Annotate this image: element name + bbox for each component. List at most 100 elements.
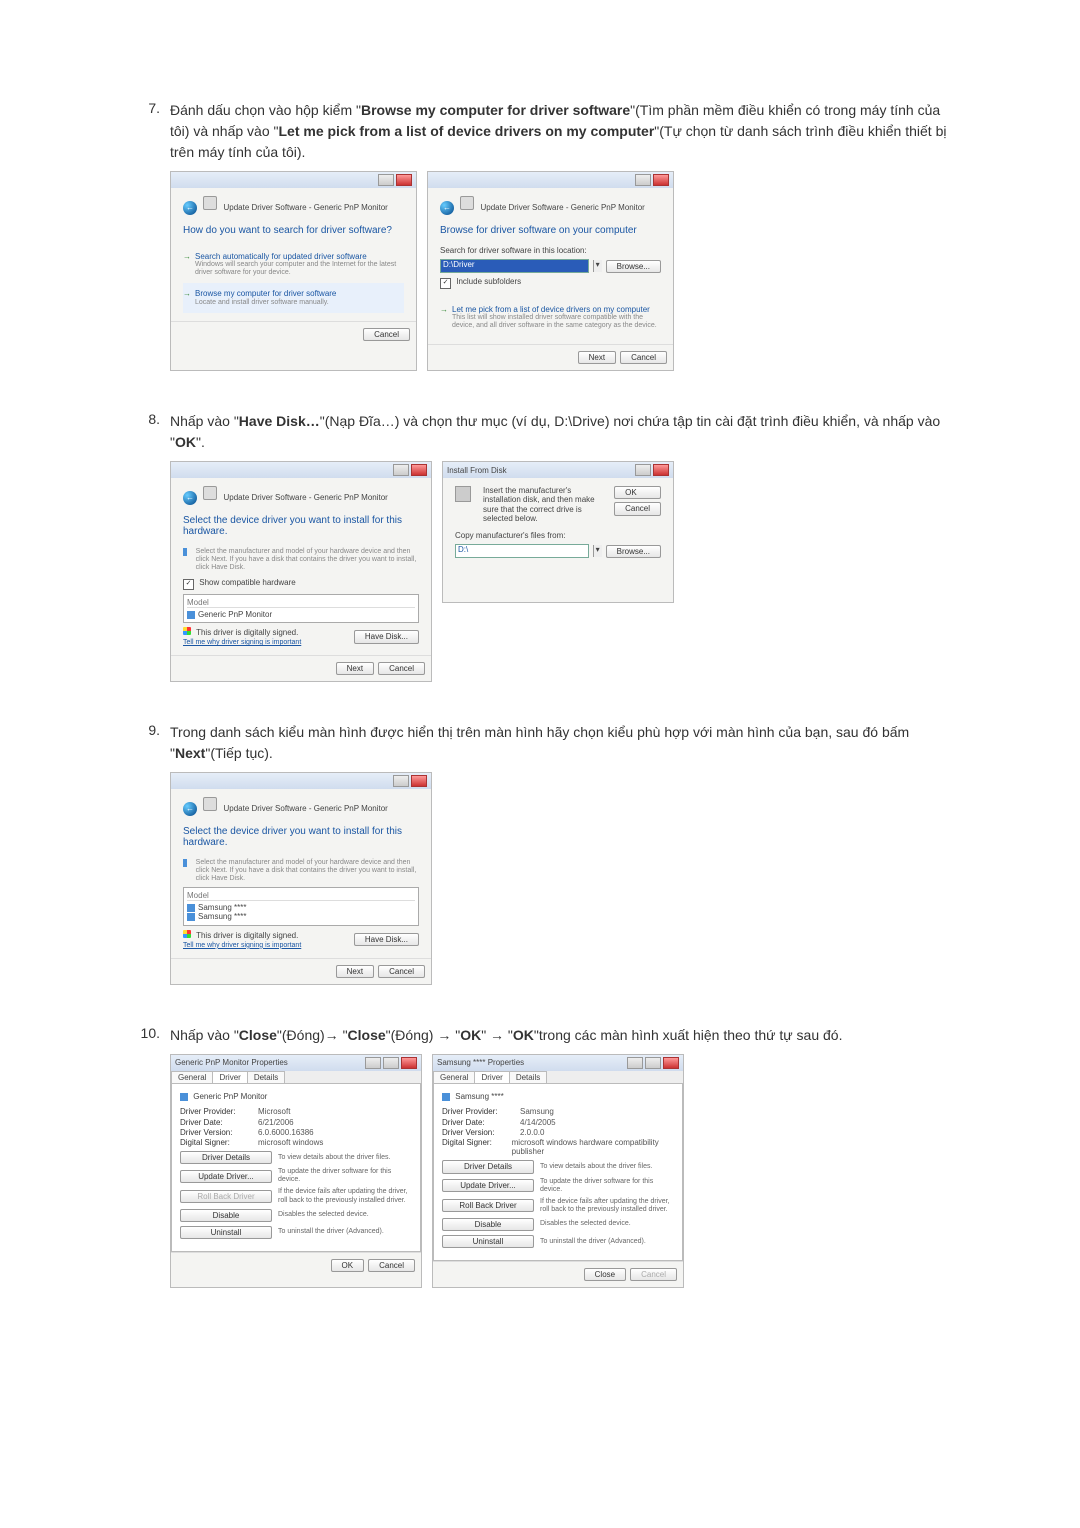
monitor-icon bbox=[183, 859, 187, 867]
tab-details[interactable]: Details bbox=[247, 1071, 285, 1083]
path-input[interactable]: D:\Driver bbox=[440, 259, 589, 273]
monitor-icon bbox=[203, 797, 217, 811]
step-text: Nhấp vào "Have Disk…"(Nạp Đĩa…) và chọn … bbox=[170, 411, 950, 453]
select-driver-dialog: ← Update Driver Software - Generic PnP M… bbox=[170, 772, 432, 985]
disable-button[interactable]: Disable bbox=[442, 1218, 534, 1231]
browse-computer-option[interactable]: Browse my computer for driver software L… bbox=[183, 283, 404, 312]
search-automatically-option[interactable]: Search automatically for updated driver … bbox=[183, 246, 404, 283]
close-icon[interactable] bbox=[653, 464, 669, 476]
chevron-down-icon[interactable]: ▾ bbox=[593, 260, 602, 272]
next-button[interactable]: Next bbox=[336, 662, 374, 675]
tab-general[interactable]: General bbox=[171, 1071, 213, 1083]
show-compatible-checkbox[interactable]: ✓ bbox=[183, 579, 194, 590]
tab-driver[interactable]: Driver bbox=[212, 1071, 247, 1083]
back-icon[interactable]: ← bbox=[440, 201, 454, 215]
path-input[interactable]: D:\ bbox=[455, 544, 589, 558]
driver-details-button[interactable]: Driver Details bbox=[442, 1160, 534, 1173]
chevron-down-icon[interactable]: ▾ bbox=[593, 545, 602, 557]
ok-button[interactable]: OK bbox=[614, 486, 661, 499]
have-disk-button[interactable]: Have Disk... bbox=[354, 630, 419, 643]
cancel-button[interactable]: Cancel bbox=[620, 351, 667, 364]
monitor-properties-dialog: Generic PnP Monitor Properties General D… bbox=[170, 1054, 422, 1288]
minimize-icon[interactable] bbox=[393, 464, 409, 476]
back-icon[interactable]: ← bbox=[183, 491, 197, 505]
cancel-button[interactable]: Cancel bbox=[368, 1259, 415, 1272]
cancel-button[interactable]: Cancel bbox=[378, 965, 425, 978]
signing-link[interactable]: Tell me why driver signing is important bbox=[183, 942, 301, 949]
close-icon[interactable] bbox=[663, 1057, 679, 1069]
tab-driver[interactable]: Driver bbox=[474, 1071, 509, 1083]
monitor-icon bbox=[180, 1093, 188, 1101]
let-me-pick-option[interactable]: Let me pick from a list of device driver… bbox=[440, 299, 661, 336]
tab-general[interactable]: General bbox=[433, 1071, 475, 1083]
minimize-icon[interactable] bbox=[378, 174, 394, 186]
device-name: Samsung **** bbox=[455, 1092, 503, 1101]
update-driver-dialog: ← Update Driver Software - Generic PnP M… bbox=[170, 171, 417, 371]
cancel-button[interactable]: Cancel bbox=[630, 1268, 677, 1281]
dialog-title: Generic PnP Monitor Properties bbox=[175, 1058, 288, 1067]
close-icon[interactable] bbox=[396, 174, 412, 186]
close-icon[interactable] bbox=[401, 1057, 417, 1069]
driver-details-button[interactable]: Driver Details bbox=[180, 1151, 272, 1164]
dialog-heading: Browse for driver software on your compu… bbox=[440, 225, 661, 237]
search-location-label: Search for driver software in this locat… bbox=[440, 246, 661, 255]
close-icon[interactable] bbox=[411, 775, 427, 787]
monitor-icon bbox=[183, 548, 187, 556]
device-name: Generic PnP Monitor bbox=[193, 1092, 267, 1101]
model-listbox[interactable]: Model Samsung **** Samsung **** bbox=[183, 887, 419, 926]
back-icon[interactable]: ← bbox=[183, 802, 197, 816]
monitor-properties-dialog: Samsung **** Properties General Driver D… bbox=[432, 1054, 684, 1288]
minimize-icon[interactable] bbox=[645, 1057, 661, 1069]
help-icon[interactable] bbox=[365, 1057, 381, 1069]
rollback-driver-button[interactable]: Roll Back Driver bbox=[442, 1199, 534, 1212]
close-icon[interactable] bbox=[411, 464, 427, 476]
cancel-button[interactable]: Cancel bbox=[378, 662, 425, 675]
signing-link[interactable]: Tell me why driver signing is important bbox=[183, 639, 301, 646]
shield-icon bbox=[183, 627, 191, 635]
close-button[interactable]: Close bbox=[584, 1268, 626, 1281]
dialog-title: Samsung **** Properties bbox=[437, 1058, 524, 1067]
next-button[interactable]: Next bbox=[578, 351, 616, 364]
step-text: Trong danh sách kiểu màn hình được hiển … bbox=[170, 722, 950, 764]
dialog-message: Insert the manufacturer's installation d… bbox=[483, 486, 608, 523]
minimize-icon[interactable] bbox=[383, 1057, 399, 1069]
install-from-disk-dialog: Install From Disk Insert the manufacture… bbox=[442, 461, 674, 603]
copy-from-label: Copy manufacturer's files from: bbox=[455, 531, 661, 540]
browse-button[interactable]: Browse... bbox=[606, 260, 661, 273]
monitor-icon bbox=[460, 196, 474, 210]
update-driver-button[interactable]: Update Driver... bbox=[180, 1170, 272, 1183]
cancel-button[interactable]: Cancel bbox=[363, 328, 410, 341]
minimize-icon[interactable] bbox=[635, 174, 651, 186]
step-number: 7. bbox=[130, 100, 170, 371]
rollback-driver-button[interactable]: Roll Back Driver bbox=[180, 1190, 272, 1203]
back-icon[interactable]: ← bbox=[183, 201, 197, 215]
minimize-icon[interactable] bbox=[393, 775, 409, 787]
monitor-icon bbox=[187, 611, 195, 619]
monitor-icon bbox=[203, 196, 217, 210]
minimize-icon[interactable] bbox=[635, 464, 651, 476]
browse-button[interactable]: Browse... bbox=[606, 545, 661, 558]
tab-details[interactable]: Details bbox=[509, 1071, 547, 1083]
next-button[interactable]: Next bbox=[336, 965, 374, 978]
uninstall-button[interactable]: Uninstall bbox=[442, 1235, 534, 1248]
disk-icon bbox=[455, 486, 471, 502]
dialog-title: Install From Disk bbox=[447, 466, 507, 475]
update-driver-button[interactable]: Update Driver... bbox=[442, 1179, 534, 1192]
shield-icon bbox=[183, 930, 191, 938]
step-number: 10. bbox=[130, 1025, 170, 1288]
model-listbox[interactable]: Model Generic PnP Monitor bbox=[183, 594, 419, 623]
disable-button[interactable]: Disable bbox=[180, 1209, 272, 1222]
ok-button[interactable]: OK bbox=[331, 1259, 365, 1272]
step-number: 8. bbox=[130, 411, 170, 682]
dialog-heading: How do you want to search for driver sof… bbox=[183, 225, 404, 237]
cancel-button[interactable]: Cancel bbox=[614, 502, 661, 515]
include-subfolders-checkbox[interactable]: ✓ bbox=[440, 278, 451, 289]
step-text: Nhấp vào "Close"(Đóng)→ "Close"(Đóng) → … bbox=[170, 1025, 950, 1046]
dialog-heading: Select the device driver you want to ins… bbox=[183, 515, 419, 538]
uninstall-button[interactable]: Uninstall bbox=[180, 1226, 272, 1239]
help-icon[interactable] bbox=[627, 1057, 643, 1069]
have-disk-button[interactable]: Have Disk... bbox=[354, 933, 419, 946]
close-icon[interactable] bbox=[653, 174, 669, 186]
monitor-icon bbox=[442, 1093, 450, 1101]
browse-driver-dialog: ← Update Driver Software - Generic PnP M… bbox=[427, 171, 674, 371]
